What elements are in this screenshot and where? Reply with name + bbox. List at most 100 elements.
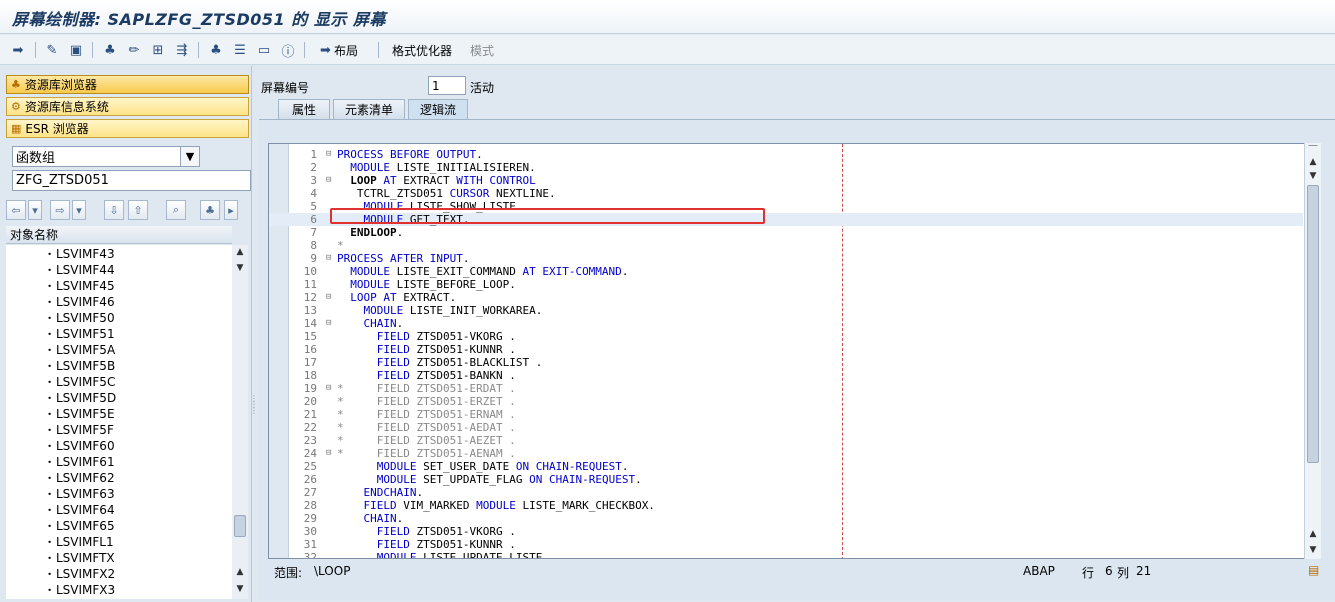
code-line[interactable]: 26 MODULE SET_UPDATE_FLAG ON CHAIN-REQUE… <box>269 473 1303 486</box>
tree-item[interactable]: • LSVIMF43 <box>6 246 114 262</box>
tab-attributes[interactable]: 属性 <box>278 99 330 119</box>
repository-info-system-button[interactable]: ⚙ 资源库信息系统 <box>6 97 249 116</box>
dropdown-icon[interactable]: ▾ <box>28 200 42 220</box>
scroll-up-icon[interactable]: ▲ <box>232 565 248 579</box>
code-line[interactable]: 14 ⊟ CHAIN. <box>269 317 1303 330</box>
code-line[interactable]: 25 MODULE SET_USER_DATE ON CHAIN-REQUEST… <box>269 460 1303 473</box>
code-line[interactable]: 17 FIELD ZTSD051-BLACKLIST . <box>269 356 1303 369</box>
code-line[interactable]: 16 FIELD ZTSD051-KUNNR . <box>269 343 1303 356</box>
tab-element-list[interactable]: 元素清单 <box>333 99 405 119</box>
tree-item[interactable]: • LSVIMF61 <box>6 454 114 470</box>
tree-item[interactable]: • LSVIMF60 <box>6 438 114 454</box>
tab-flow-logic[interactable]: 逻辑流 <box>408 99 468 119</box>
code-line[interactable]: 7 ENDLOOP. <box>269 226 1303 239</box>
code-line[interactable]: 29 CHAIN. <box>269 512 1303 525</box>
screen-window-icon[interactable]: ▭ <box>254 39 274 61</box>
splitter-handle[interactable]: ⋮ ⋮ ⋮ <box>250 395 258 426</box>
code-line[interactable]: 18 FIELD ZTSD051-BANKN . <box>269 369 1303 382</box>
layout-button[interactable]: ➡ 布局 <box>314 39 364 61</box>
scroll-up-icon[interactable]: ▲ <box>1305 155 1321 169</box>
scroll-up-icon[interactable]: ▲ <box>1305 527 1321 541</box>
where-used-icon[interactable]: ⊞ <box>148 39 168 61</box>
code-line[interactable]: 12 ⊟ LOOP AT EXTRACT. <box>269 291 1303 304</box>
scroll-down-icon[interactable]: ▼ <box>232 261 248 275</box>
tree-scrollbar[interactable]: ▲ ▼ ▲ ▼ <box>232 245 248 599</box>
hierarchy-icon[interactable]: ♣ <box>100 39 120 61</box>
fold-marker-icon[interactable]: ⊟ <box>326 317 336 330</box>
tree-item[interactable]: • LSVIMFX2 <box>6 566 115 582</box>
scroll-thumb[interactable] <box>234 515 246 537</box>
code-line[interactable]: 24 ⊟ * FIELD ZTSD051-AENAM . <box>269 447 1303 460</box>
tree-item[interactable]: • LSVIMF5E <box>6 406 114 422</box>
code-line[interactable]: 22 * FIELD ZTSD051-AEDAT . <box>269 421 1303 434</box>
back-arrow-icon[interactable]: ⇦ <box>6 200 26 220</box>
tree-item[interactable]: • LSVIMF5B <box>6 358 115 374</box>
collapse-up-icon[interactable]: ⇧ <box>128 200 148 220</box>
forward-arrow-icon[interactable]: ⇨ <box>50 200 70 220</box>
more-icon[interactable]: ▸ <box>224 200 238 220</box>
code-line[interactable]: 13 MODULE LISTE_INIT_WORKAREA. <box>269 304 1303 317</box>
fold-marker-icon[interactable]: ⊟ <box>326 252 336 265</box>
tree-item[interactable]: • LSVIMF63 <box>6 486 114 502</box>
dropdown-icon[interactable]: ▾ <box>72 200 86 220</box>
tree-item[interactable]: • LSVIMF5C <box>6 374 115 390</box>
activate-icon[interactable]: ▣ <box>66 39 86 61</box>
settings-icon[interactable]: ▤ <box>1308 563 1319 577</box>
pretty-printer-button[interactable]: 格式优化器 <box>390 39 454 61</box>
info-icon[interactable]: ⓘ <box>278 39 298 61</box>
expand-down-icon[interactable]: ⇩ <box>104 200 124 220</box>
code-line[interactable]: 15 FIELD ZTSD051-VKORG . <box>269 330 1303 343</box>
tree-item[interactable]: • LSVIMF62 <box>6 470 114 486</box>
fold-marker-icon[interactable]: ⊟ <box>326 382 336 395</box>
screen-number-field[interactable]: 1 <box>428 76 466 95</box>
code-line[interactable]: 23 * FIELD ZTSD051-AEZET . <box>269 434 1303 447</box>
tree-item[interactable]: • LSVIMF45 <box>6 278 114 294</box>
code-line[interactable]: 10 MODULE LISTE_EXIT_COMMAND AT EXIT-COM… <box>269 265 1303 278</box>
chevron-down-icon[interactable]: ▼ <box>180 147 199 166</box>
tree-item[interactable]: • LSVIMF5D <box>6 390 116 406</box>
edit-pencil-icon[interactable]: ✏ <box>124 39 144 61</box>
tree-item[interactable]: • LSVIMF50 <box>6 310 114 326</box>
scroll-down-icon[interactable]: ▼ <box>1305 543 1321 557</box>
flow-logic-editor[interactable]: 1 ⊟ PROCESS BEFORE OUTPUT. 2 MODULE LISTE_I… <box>268 143 1321 559</box>
code-line[interactable]: 4 TCTRL_ZTSD051 CURSOR NEXTLINE. <box>269 187 1303 200</box>
code-line[interactable]: 9 ⊟ PROCESS AFTER INPUT. <box>269 252 1303 265</box>
code-line[interactable]: 27 ENDCHAIN. <box>269 486 1303 499</box>
code-line[interactable]: 20 * FIELD ZTSD051-ERZET . <box>269 395 1303 408</box>
code-line[interactable]: 2 MODULE LISTE_INITIALISIEREN. <box>269 161 1303 174</box>
code-line[interactable]: 19 ⊟ * FIELD ZTSD051-ERDAT . <box>269 382 1303 395</box>
tree-item[interactable]: • LSVIMFL1 <box>6 534 113 550</box>
code-line[interactable]: 1 ⊟ PROCESS BEFORE OUTPUT. <box>269 148 1303 161</box>
fold-marker-icon[interactable]: ⊟ <box>326 174 336 187</box>
esr-browser-button[interactable]: ▦ ESR 浏览器 <box>6 119 249 138</box>
display-change-icon[interactable]: ✎ <box>42 39 62 61</box>
back-arrow-icon[interactable]: ➡ <box>8 39 28 61</box>
fold-marker-icon[interactable]: ⊟ <box>326 291 336 304</box>
code-line[interactable]: 11 MODULE LISTE_BEFORE_LOOP. <box>269 278 1303 291</box>
code-line[interactable]: 8 * <box>269 239 1303 252</box>
tree-item[interactable]: • LSVIMFX3 <box>6 582 115 598</box>
code-line[interactable]: 28 FIELD VIM_MARKED MODULE LISTE_MARK_CH… <box>269 499 1303 512</box>
scroll-up-icon[interactable]: ▲ <box>232 245 248 259</box>
code-line[interactable]: 3 ⊟ LOOP AT EXTRACT WITH CONTROL <box>269 174 1303 187</box>
tree-item[interactable]: • LSVIMF44 <box>6 262 114 278</box>
binoculars-icon[interactable]: ⌕ <box>166 200 186 220</box>
editor-scrollbar[interactable]: ⎺ ▲ ▼ ▲ ▼ <box>1304 143 1321 559</box>
tree-item[interactable]: • LSVIMF64 <box>6 502 114 518</box>
repository-browser-button[interactable]: ♣ 资源库浏览器 <box>6 75 249 94</box>
scroll-down-icon[interactable]: ▼ <box>232 582 248 596</box>
code-line[interactable]: 31 FIELD ZTSD051-KUNNR . <box>269 538 1303 551</box>
tree-item[interactable]: • LSVIMF5F <box>6 422 114 438</box>
tree-item[interactable]: • LSVIMF51 <box>6 326 114 342</box>
object-tree-icon[interactable]: ♣ <box>206 39 226 61</box>
scroll-down-icon[interactable]: ▼ <box>1305 169 1321 183</box>
tree-item[interactable]: • LSVIMF65 <box>6 518 114 534</box>
scroll-thumb[interactable] <box>1307 185 1319 463</box>
code-line[interactable]: 30 FIELD ZTSD051-VKORG . <box>269 525 1303 538</box>
fold-marker-icon[interactable]: ⊟ <box>326 148 336 161</box>
fold-marker-icon[interactable]: ⊟ <box>326 447 336 460</box>
stack-icon[interactable]: ☰ <box>230 39 250 61</box>
object-type-select[interactable]: 函数组 ▼ <box>12 146 200 167</box>
code-line[interactable]: 32 MODULE LISTE_UPDATE_LISTE. <box>269 551 1303 558</box>
object-name-input[interactable]: ZFG_ZTSD051 <box>12 170 251 191</box>
